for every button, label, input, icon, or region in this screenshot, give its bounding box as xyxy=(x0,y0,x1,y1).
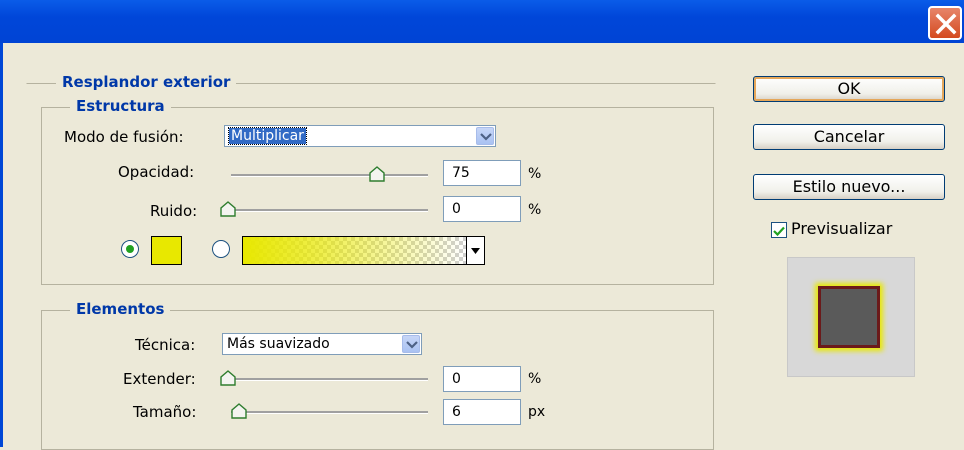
close-button[interactable] xyxy=(928,6,962,40)
spread-slider-thumb[interactable] xyxy=(220,370,236,386)
size-unit: px xyxy=(528,404,546,420)
opacity-input[interactable]: 75 xyxy=(443,160,521,186)
cancel-button[interactable]: Cancelar xyxy=(753,124,945,150)
opacity-slider-thumb[interactable] xyxy=(369,166,385,182)
noise-unit: % xyxy=(528,202,542,218)
opacity-label: Opacidad: xyxy=(118,163,195,181)
blend-mode-select[interactable]: Multiplicar xyxy=(224,125,496,147)
size-input[interactable]: 6 xyxy=(443,399,521,425)
technique-value: Más suavizado xyxy=(227,336,330,352)
noise-input[interactable]: 0 xyxy=(443,196,521,222)
structure-title: Estructura xyxy=(70,97,171,115)
check-icon xyxy=(773,226,785,237)
new-style-button[interactable]: Estilo nuevo... xyxy=(753,174,945,200)
size-slider-thumb[interactable] xyxy=(231,403,247,419)
technique-select[interactable]: Más suavizado xyxy=(222,333,422,355)
blend-mode-value: Multiplicar xyxy=(228,127,307,145)
spread-input[interactable]: 0 xyxy=(443,366,521,392)
close-icon xyxy=(935,13,957,35)
preview-checkbox[interactable] xyxy=(771,222,787,238)
blend-mode-label: Modo de fusión: xyxy=(64,128,184,146)
glow-color-swatch[interactable] xyxy=(151,236,182,265)
noise-slider-track[interactable] xyxy=(231,209,428,212)
noise-slider-thumb[interactable] xyxy=(220,201,236,217)
technique-label: Técnica: xyxy=(135,336,196,354)
chevron-down-icon[interactable] xyxy=(476,127,494,145)
size-slider-track[interactable] xyxy=(231,411,428,414)
chevron-down-icon[interactable] xyxy=(402,335,420,353)
ok-button[interactable]: OK xyxy=(753,76,945,102)
preview-swatch xyxy=(818,286,880,348)
elements-title: Elementos xyxy=(70,300,171,318)
preview-thumbnail xyxy=(787,257,915,377)
preview-label: Previsualizar xyxy=(791,219,893,238)
opacity-unit: % xyxy=(528,166,542,182)
spread-label: Extender: xyxy=(123,370,196,388)
spread-unit: % xyxy=(528,371,542,387)
noise-label: Ruido: xyxy=(150,202,198,220)
gradient-radio[interactable] xyxy=(212,240,230,258)
size-label: Tamaño: xyxy=(133,403,197,421)
spread-slider-track[interactable] xyxy=(231,378,428,381)
gradient-swatch[interactable] xyxy=(242,236,485,265)
chevron-down-icon[interactable] xyxy=(466,237,484,264)
opacity-slider-track[interactable] xyxy=(231,174,428,177)
solid-color-radio[interactable] xyxy=(121,240,139,258)
outer-glow-title: Resplandor exterior xyxy=(56,73,237,91)
title-bar xyxy=(0,0,964,43)
